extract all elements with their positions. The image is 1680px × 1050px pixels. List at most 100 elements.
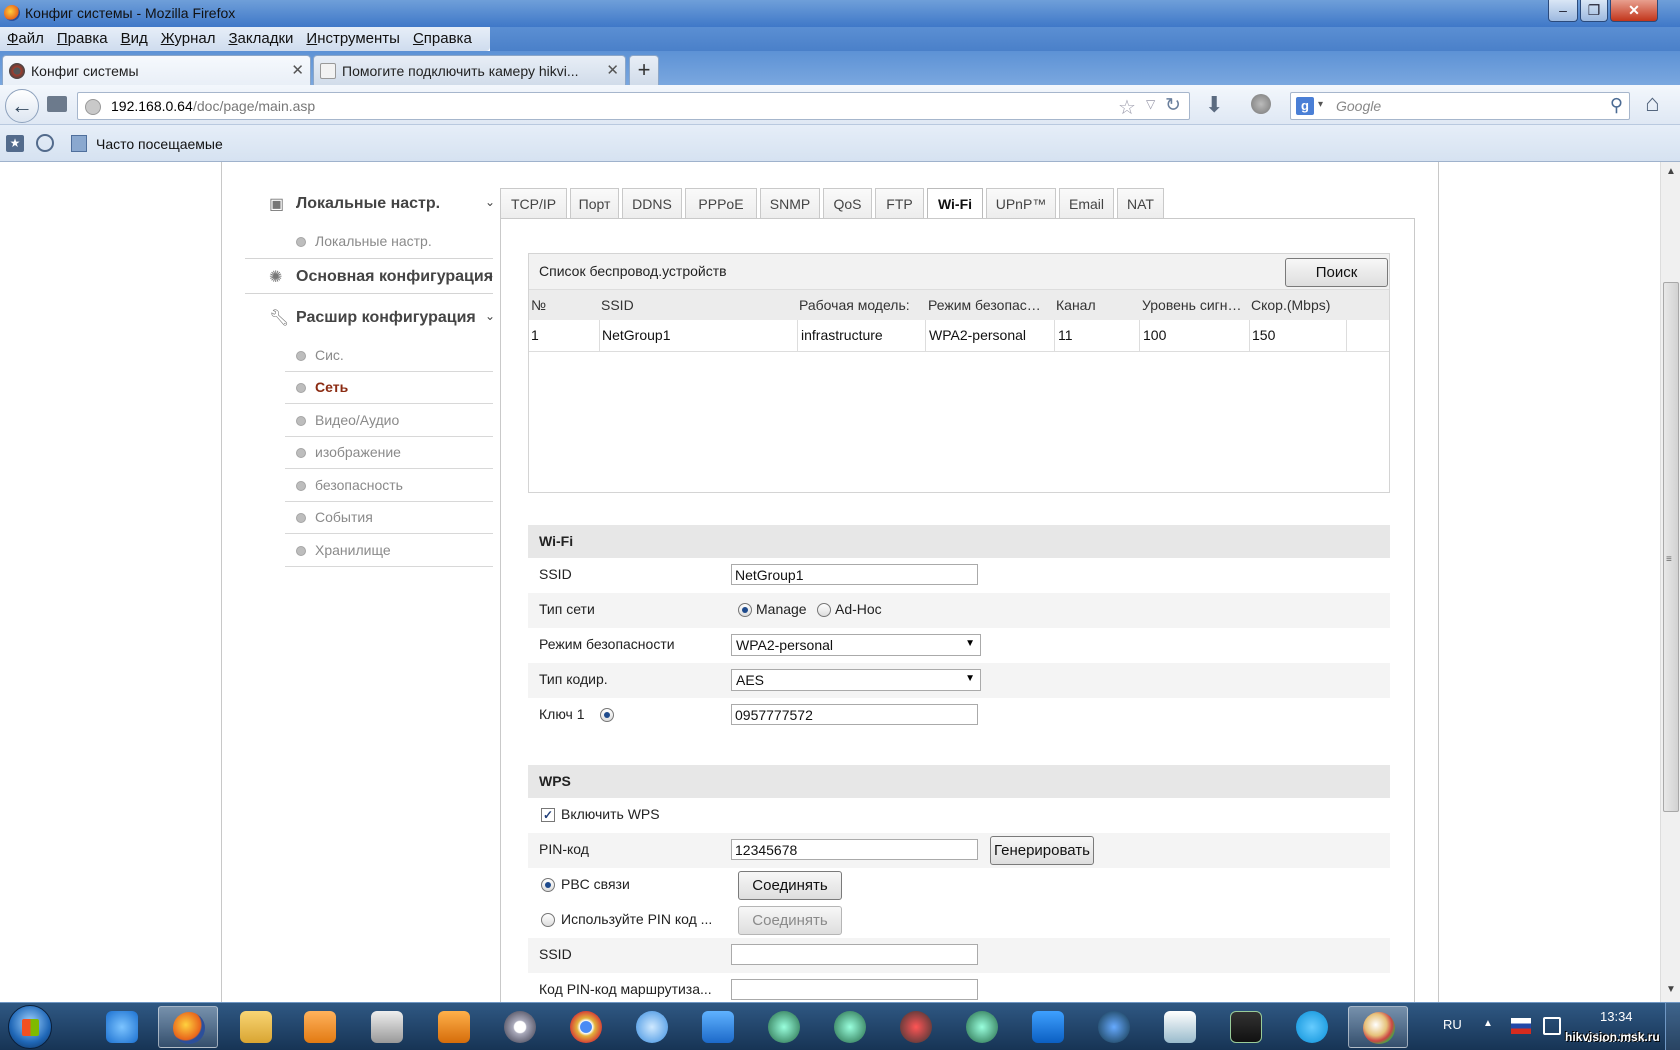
- tab-ddns[interactable]: DDNS: [622, 188, 682, 219]
- sidebar-group-basic[interactable]: ✺ Основная конфигурация ⌄: [245, 259, 497, 295]
- manage-radio[interactable]: [738, 603, 752, 617]
- ssid-input[interactable]: [731, 564, 978, 585]
- sidebar-item-network[interactable]: Сеть: [285, 372, 493, 404]
- sidebar-group-advanced[interactable]: 🔧︎ Расшир конфигурация ⌄: [245, 300, 497, 336]
- scroll-down-icon[interactable]: ▼: [1666, 984, 1676, 995]
- menu-edit[interactable]: Правка: [50, 27, 114, 47]
- connect-button[interactable]: Соединять: [738, 871, 842, 900]
- use-pin-radio[interactable]: [541, 913, 555, 927]
- security-mode-select[interactable]: WPA2-personal ▼: [731, 634, 981, 656]
- clock-time[interactable]: 13:34: [1600, 1009, 1633, 1024]
- bookmark-star-icon[interactable]: ☆: [1118, 95, 1136, 120]
- taskbar-download[interactable]: [688, 1006, 748, 1048]
- generate-button[interactable]: Генерировать: [990, 836, 1094, 865]
- taskbar-webcam[interactable]: [490, 1006, 550, 1048]
- chevron-down-icon[interactable]: ⌄: [485, 309, 495, 323]
- taskbar-skype[interactable]: [1282, 1006, 1342, 1048]
- sidebar-item-events[interactable]: События: [285, 502, 493, 534]
- most-visited-bookmark[interactable]: Часто посещаемые: [96, 136, 223, 152]
- sidebar-item-storage[interactable]: Хранилище: [285, 535, 493, 567]
- key1-radio[interactable]: [600, 708, 614, 722]
- taskbar-trainer-2[interactable]: [820, 1006, 880, 1048]
- clock-icon[interactable]: [36, 134, 54, 152]
- tab-email[interactable]: Email: [1059, 188, 1114, 219]
- download-icon[interactable]: ⬇: [1205, 92, 1223, 118]
- addon-icon[interactable]: [1251, 94, 1271, 114]
- history-icon[interactable]: [47, 96, 67, 112]
- close-tab-icon[interactable]: ✕: [606, 61, 619, 79]
- chevron-down-icon[interactable]: ⌄: [485, 268, 495, 282]
- tab-ftp[interactable]: FTP: [875, 188, 924, 219]
- table-row[interactable]: 1 NetGroup1 infrastructure WPA2-personal…: [529, 320, 1389, 352]
- taskbar-qip[interactable]: [622, 1006, 682, 1048]
- sidebar-item-video-audio[interactable]: Видео/Аудио: [285, 405, 493, 437]
- tab-tcpip[interactable]: TCP/IP: [500, 188, 567, 219]
- menu-tools[interactable]: Инструменты: [299, 27, 406, 47]
- new-tab-button[interactable]: +: [629, 55, 659, 85]
- tray-expand-icon[interactable]: ▲: [1483, 1018, 1493, 1029]
- search-icon[interactable]: ⚲: [1610, 95, 1623, 116]
- tab-forum[interactable]: Помогите подключить камеру hikvi... ✕: [313, 55, 626, 85]
- sidebar-item-local[interactable]: Локальные настр.: [285, 226, 493, 258]
- search-button[interactable]: Поиск: [1285, 258, 1388, 287]
- menu-help[interactable]: Справка: [406, 27, 478, 47]
- menu-file[interactable]: Файл: [0, 27, 50, 47]
- taskbar-explorer[interactable]: [226, 1006, 286, 1048]
- address-bar[interactable]: 192.168.0.64 /doc/page/main.asp ☆ ▽ ↻: [77, 92, 1190, 120]
- taskbar-security[interactable]: [886, 1006, 946, 1048]
- taskbar-chrome[interactable]: [556, 1006, 616, 1048]
- taskbar-firefox[interactable]: [158, 1006, 218, 1048]
- tab-qos[interactable]: QoS: [823, 188, 872, 219]
- taskbar-media-player[interactable]: [290, 1006, 350, 1048]
- tab-snmp[interactable]: SNMP: [760, 188, 820, 219]
- chevron-down-icon[interactable]: ▾: [1318, 99, 1323, 110]
- encryption-select[interactable]: AES ▼: [731, 669, 981, 691]
- wps-ssid-input[interactable]: [731, 944, 978, 965]
- russian-flag-icon[interactable]: [1511, 1018, 1531, 1034]
- taskbar-shield[interactable]: [1084, 1006, 1144, 1048]
- adhoc-radio[interactable]: [817, 603, 831, 617]
- taskbar-teamviewer[interactable]: [1018, 1006, 1078, 1048]
- taskbar-trainer[interactable]: [754, 1006, 814, 1048]
- back-button[interactable]: ←: [5, 89, 39, 123]
- history-dropdown-icon[interactable]: ▽: [1146, 97, 1155, 111]
- tab-config[interactable]: Конфиг системы ✕: [2, 55, 311, 85]
- show-desktop-button[interactable]: [1665, 1003, 1680, 1050]
- router-pin-input[interactable]: [731, 979, 978, 1000]
- tab-pppoe[interactable]: PPPoE: [685, 188, 757, 219]
- scroll-up-icon[interactable]: ▲: [1666, 166, 1676, 177]
- bookmarks-icon[interactable]: ★: [6, 135, 24, 152]
- tab-wifi[interactable]: Wi-Fi: [927, 188, 983, 220]
- sidebar-item-system[interactable]: Сис.: [285, 340, 493, 372]
- close-tab-icon[interactable]: ✕: [291, 61, 304, 79]
- sidebar-item-security[interactable]: безопасность: [285, 470, 493, 502]
- menu-view[interactable]: Вид: [114, 27, 154, 47]
- taskbar-window[interactable]: [1150, 1006, 1210, 1048]
- google-icon[interactable]: g: [1296, 97, 1314, 115]
- wps-enable-checkbox[interactable]: ✓: [541, 808, 555, 822]
- scroll-thumb[interactable]: [1663, 282, 1679, 812]
- home-icon[interactable]: ⌂: [1645, 90, 1660, 118]
- network-icon[interactable]: [1543, 1017, 1561, 1035]
- sidebar-group-local[interactable]: ▣ Локальные настр. ⌄: [245, 186, 497, 222]
- taskbar-monitor[interactable]: [1216, 1006, 1276, 1048]
- tab-port[interactable]: Порт: [570, 188, 619, 219]
- key-input[interactable]: [731, 704, 978, 725]
- taskbar-trainer-3[interactable]: [952, 1006, 1012, 1048]
- tab-upnp[interactable]: UPnP™: [986, 188, 1056, 219]
- sidebar-item-image[interactable]: изображение: [285, 437, 493, 469]
- reload-icon[interactable]: ↻: [1165, 94, 1181, 117]
- menu-history[interactable]: Журнал: [154, 27, 222, 47]
- search-bar[interactable]: g ▾ Google ⚲: [1290, 92, 1630, 120]
- maximize-button[interactable]: ❐: [1580, 0, 1608, 22]
- vertical-scrollbar[interactable]: ▲ ≡ ▼: [1660, 162, 1680, 1002]
- language-indicator[interactable]: RU: [1443, 1017, 1462, 1032]
- menu-bookmarks[interactable]: Закладки: [221, 27, 299, 47]
- pin-input[interactable]: [731, 839, 978, 860]
- close-button[interactable]: ✕: [1610, 0, 1658, 22]
- pbc-radio[interactable]: [541, 878, 555, 892]
- taskbar-ie[interactable]: [92, 1006, 152, 1048]
- taskbar-winamp[interactable]: [424, 1006, 484, 1048]
- taskbar-media-classic[interactable]: [357, 1006, 417, 1048]
- minimize-button[interactable]: –: [1548, 0, 1578, 22]
